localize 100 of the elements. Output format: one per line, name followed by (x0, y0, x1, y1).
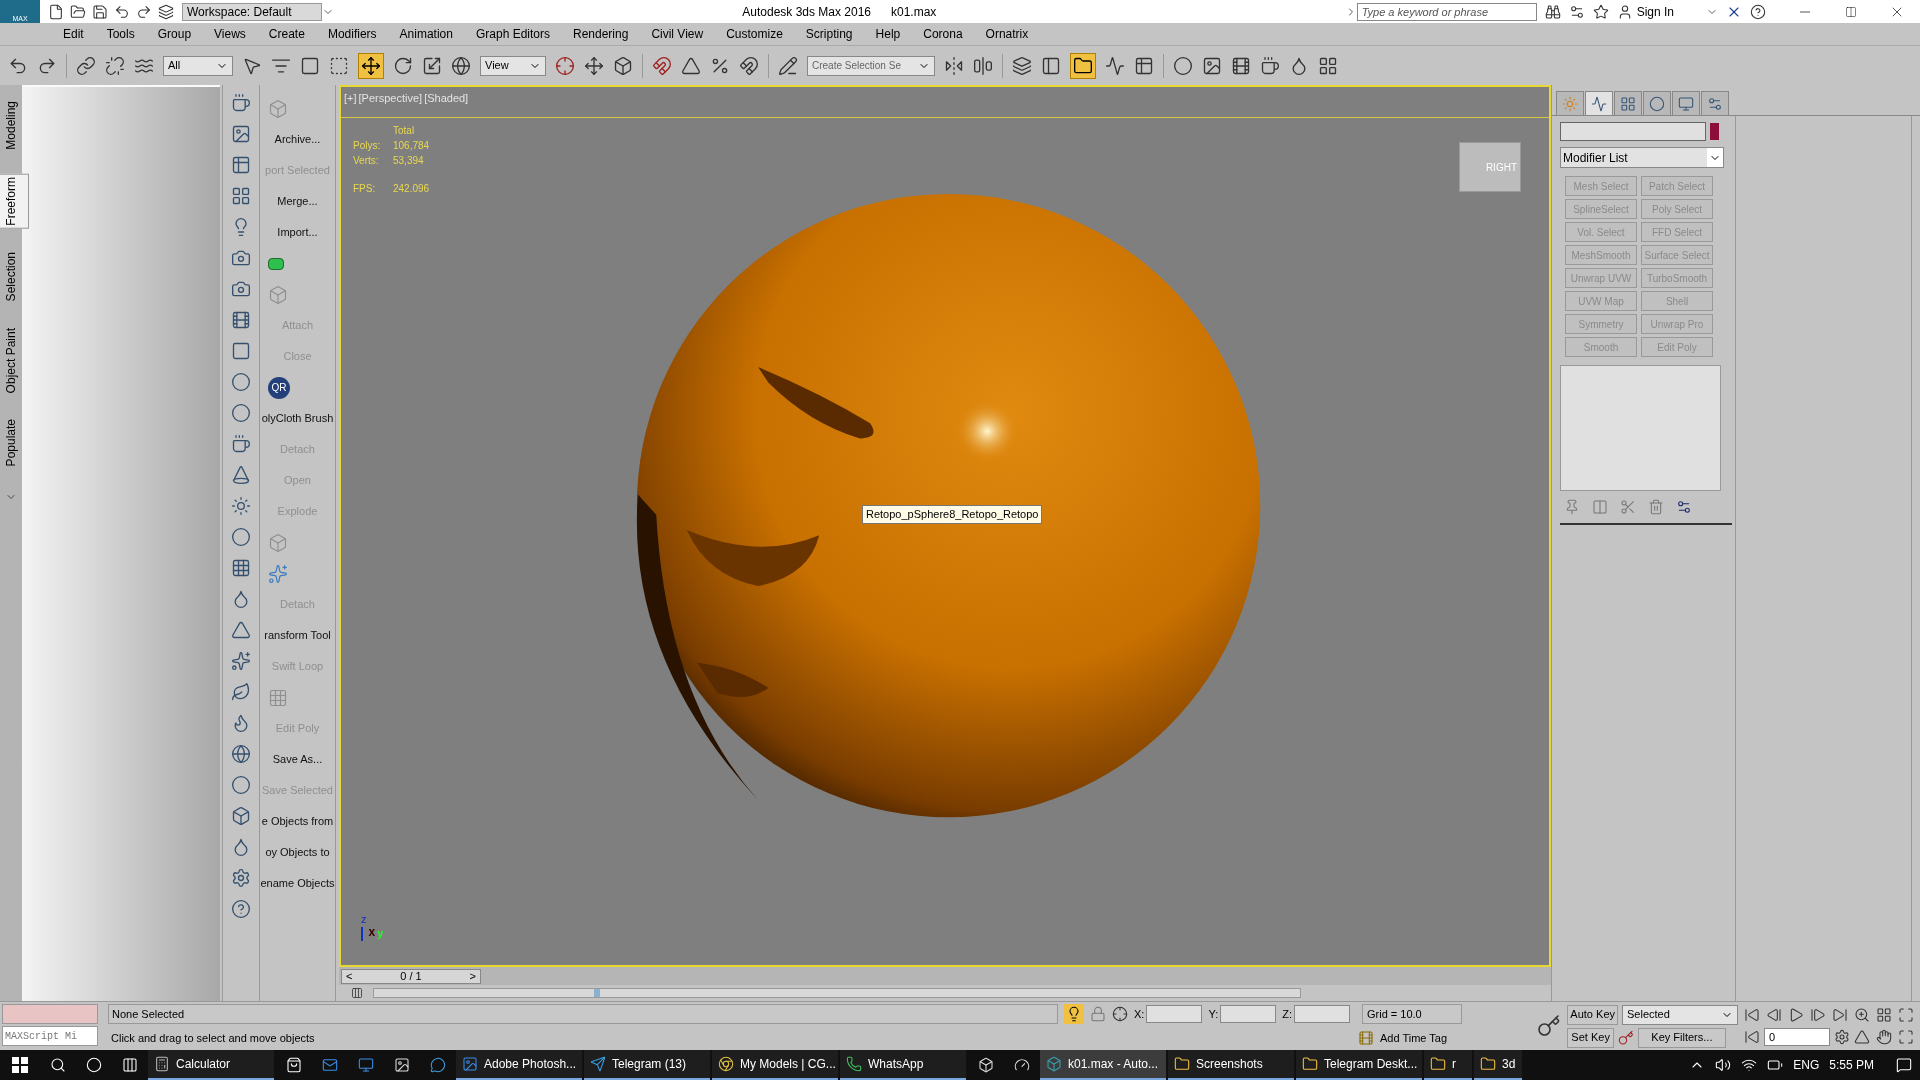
bag-icon[interactable] (286, 1057, 302, 1073)
hierarchy-tab-icon[interactable] (1614, 91, 1642, 115)
redo-icon[interactable] (136, 3, 152, 20)
move-tool-button[interactable] (358, 52, 384, 79)
command-button[interactable]: Merge... (277, 193, 318, 210)
modify-tab-icon[interactable] (1585, 91, 1613, 115)
previous-frame-icon[interactable] (1766, 1006, 1782, 1023)
pivot-icon[interactable] (555, 55, 575, 76)
scissors-icon[interactable] (1620, 499, 1636, 515)
coordinate-field[interactable] (1294, 1005, 1350, 1023)
layers-icon[interactable] (1012, 55, 1032, 76)
battery-icon[interactable] (1767, 1057, 1784, 1073)
camera-icon[interactable] (231, 248, 251, 268)
menu-item[interactable]: Group (146, 25, 203, 43)
star-icon[interactable] (1592, 3, 1609, 20)
go-to-start-icon[interactable] (1744, 1006, 1760, 1023)
menu-item[interactable]: Corona (912, 25, 974, 43)
chat-icon[interactable] (430, 1057, 446, 1073)
selection-filter-dropdown[interactable]: All (163, 55, 233, 76)
coordinate-field[interactable] (1220, 1005, 1277, 1023)
table-icon[interactable] (1134, 55, 1154, 76)
new-file-icon[interactable] (48, 3, 64, 20)
unlink-icon[interactable] (105, 55, 125, 76)
menu-item[interactable]: Rendering (562, 25, 640, 43)
menu-item[interactable]: Tools (95, 25, 146, 43)
utilities-tab-icon[interactable] (1701, 91, 1729, 115)
zoom-all-icon[interactable] (1876, 1007, 1892, 1023)
ribbon-tab[interactable]: Modeling (0, 99, 28, 152)
disc-icon[interactable] (231, 527, 251, 547)
time-configuration-icon[interactable] (1834, 1028, 1850, 1045)
motion-tab-icon[interactable] (1643, 91, 1671, 115)
sphere-icon[interactable] (231, 775, 251, 795)
taskbar-app[interactable]: Telegram Deskt... (1296, 1050, 1422, 1080)
layers-icon[interactable] (158, 3, 174, 20)
taskbar-app[interactable]: r (1424, 1050, 1472, 1080)
help-icon[interactable] (1750, 3, 1766, 20)
globe-icon[interactable] (451, 55, 471, 76)
search-icon[interactable] (50, 1057, 66, 1073)
undo-icon[interactable] (114, 3, 130, 20)
rectangle-select-icon[interactable] (300, 55, 320, 76)
menu-item[interactable]: Ornatrix (974, 25, 1040, 43)
zoom-icon[interactable] (1854, 1007, 1870, 1023)
save-icon[interactable] (92, 3, 108, 20)
monitor-icon[interactable] (358, 1057, 374, 1073)
command-button[interactable]: oy Objects to (265, 844, 330, 861)
rotate-icon[interactable] (393, 55, 413, 76)
sphere-icon[interactable] (231, 403, 251, 423)
object-name-field[interactable] (1560, 122, 1706, 141)
command-button[interactable]: Archive... (274, 131, 321, 148)
language-indicator[interactable]: ENG (1793, 1056, 1820, 1074)
dashed-square-icon[interactable] (329, 55, 349, 76)
track-bar[interactable] (373, 988, 1301, 998)
menu-item[interactable]: Customize (715, 25, 794, 43)
sun-icon[interactable] (231, 496, 251, 516)
film-icon[interactable] (231, 310, 251, 330)
ribbon-tab[interactable]: Selection (0, 250, 28, 304)
grid-icon[interactable] (1318, 55, 1338, 76)
object-color-swatch[interactable] (1710, 123, 1719, 140)
command-button[interactable]: olyCloth Brush (261, 410, 334, 427)
sparkle-icon[interactable] (231, 651, 251, 671)
maximize-icon[interactable] (1898, 1007, 1914, 1023)
isolate-button[interactable] (1064, 1004, 1084, 1024)
crosshair-icon[interactable] (1112, 1006, 1128, 1022)
frame-counter[interactable]: < 0 / 1 > (341, 968, 481, 984)
key-filters-button[interactable]: Key Filters... (1637, 1027, 1726, 1048)
pencil-icon[interactable] (778, 55, 798, 76)
restore-icon[interactable] (1845, 5, 1857, 18)
menu-item[interactable]: Edit (52, 25, 95, 43)
taskbar-app[interactable]: WhatsApp (840, 1050, 966, 1080)
network-icon[interactable] (1741, 1057, 1758, 1073)
plane-icon[interactable] (231, 341, 251, 361)
key-mode-dropdown[interactable]: Selected (1622, 1004, 1738, 1025)
align-icon[interactable] (973, 55, 993, 76)
command-button[interactable]: ename Objects (260, 875, 335, 892)
mail-icon[interactable] (322, 1057, 338, 1073)
configure-icon[interactable] (1676, 499, 1692, 515)
link-icon[interactable] (76, 55, 96, 76)
taskbar-app[interactable]: k01.max - Auto... (1040, 1050, 1166, 1080)
pyramid-icon[interactable] (231, 620, 251, 640)
menu-item[interactable]: Views (203, 25, 257, 43)
menu-item[interactable]: Scripting (794, 25, 864, 43)
key-icon[interactable] (1617, 1029, 1634, 1046)
key-icon[interactable] (1537, 1014, 1562, 1038)
taskbar-app[interactable]: Telegram (13) (584, 1050, 710, 1080)
film-icon[interactable] (1231, 55, 1251, 76)
taskbar-app[interactable]: Adobe Photosh... (456, 1050, 582, 1080)
auto-key-button[interactable]: Auto Key (1567, 1004, 1618, 1025)
menu-item[interactable]: Help (864, 25, 912, 43)
listener-field[interactable] (2, 1004, 98, 1024)
material-sphere-icon[interactable] (1173, 55, 1193, 76)
taskbar-app[interactable]: My Models | CG... (712, 1050, 838, 1080)
ribbon-tab[interactable]: Freeform (0, 173, 29, 229)
search-field[interactable]: Type a keyword or phrase (1356, 2, 1537, 21)
menu-item[interactable]: Graph Editors (464, 25, 561, 43)
go-to-end-icon[interactable] (1832, 1006, 1848, 1023)
pan-icon[interactable] (1876, 1029, 1892, 1045)
table-icon[interactable] (231, 155, 251, 175)
camera-icon[interactable] (231, 279, 251, 299)
dots-icon[interactable] (268, 563, 288, 584)
sign-in-link[interactable]: Sign In (1636, 2, 1674, 21)
